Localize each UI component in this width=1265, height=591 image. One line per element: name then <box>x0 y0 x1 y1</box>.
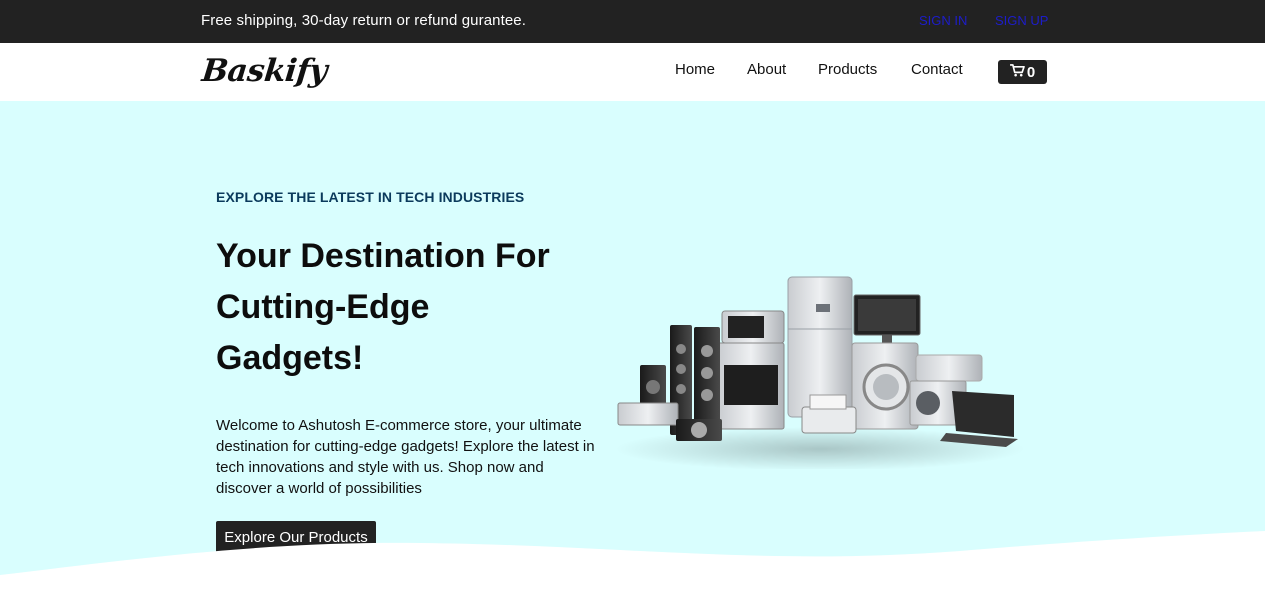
brand-logo[interactable]: Baskify <box>200 53 329 89</box>
nav-contact-link[interactable]: Contact <box>911 61 963 78</box>
headline-line: Your Destination For <box>216 237 550 275</box>
headline-line: Cutting-Edge <box>216 288 430 326</box>
nav-products-link[interactable]: Products <box>818 61 877 78</box>
cart-count: 0 <box>1026 63 1036 81</box>
cart-button[interactable]: 0 <box>998 60 1047 84</box>
main-navbar: Baskify Home About Products Contact 0 <box>0 43 1265 101</box>
sign-in-link[interactable]: SIGN IN <box>919 13 967 28</box>
cart-icon <box>1009 63 1025 81</box>
hero-section: EXPLORE THE LATEST IN TECH INDUSTRIES Yo… <box>0 101 1265 591</box>
sign-up-link[interactable]: SIGN UP <box>995 13 1048 28</box>
promo-text: Free shipping, 30-day return or refund g… <box>201 12 526 29</box>
nav-about-link[interactable]: About <box>747 61 786 78</box>
hero-description: Welcome to Ashutosh E-commerce store, yo… <box>216 417 595 497</box>
hero-headline: Your Destination For Cutting-Edge Gadget… <box>216 231 616 384</box>
top-announcement-bar: Free shipping, 30-day return or refund g… <box>0 0 1265 43</box>
hero-eyebrow: EXPLORE THE LATEST IN TECH INDUSTRIES <box>216 189 525 205</box>
nav-home-link[interactable]: Home <box>675 61 715 78</box>
electronics-appliances-illustration <box>615 276 1025 469</box>
hero-bottom-wave <box>0 531 1265 591</box>
headline-line: Gadgets! <box>216 339 364 377</box>
